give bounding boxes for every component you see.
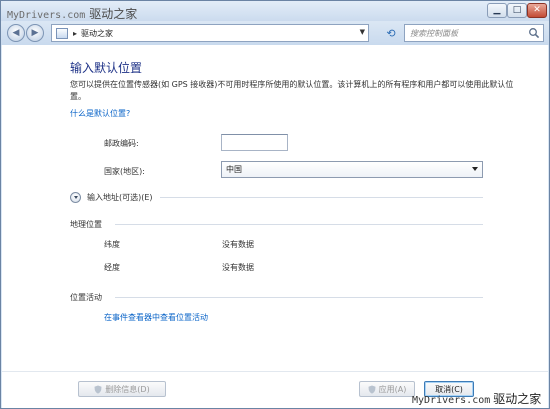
breadcrumb-path[interactable]: 驱动之家 — [81, 28, 113, 39]
apply-button[interactable]: 应用(A) — [359, 381, 415, 397]
close-button[interactable]: ✕ — [527, 3, 547, 18]
location-activity-heading: 位置活动 — [70, 293, 102, 302]
navigation-bar: ◀ ▶ ▸ 驱动之家 ▼ ⟲ — [1, 21, 549, 45]
maximize-button[interactable]: □ — [507, 3, 527, 18]
minimize-button[interactable]: ▁ — [487, 3, 507, 18]
clear-information-label: 删除信息(D) — [105, 384, 150, 394]
forward-arrow-icon: ▶ — [31, 28, 39, 38]
zip-code-field[interactable] — [221, 134, 288, 151]
section-divider — [160, 197, 483, 198]
clear-information-button[interactable]: 删除信息(D) — [78, 381, 166, 397]
shield-icon — [368, 385, 376, 394]
page-title: 输入默认位置 — [70, 61, 143, 75]
geo-location-heading: 地理位置 — [70, 220, 102, 229]
expand-chevron-icon — [73, 195, 78, 199]
minimize-icon: ▁ — [493, 5, 501, 15]
watermark-site: MyDrivers.com — [7, 10, 86, 21]
optional-address-label[interactable]: 输入地址(可选)(E) — [87, 192, 153, 203]
event-viewer-link[interactable]: 在事件查看器中查看位置活动 — [104, 312, 208, 323]
country-label: 国家(地区): — [104, 167, 145, 176]
watermark-site: MyDrivers.com — [412, 395, 491, 406]
back-button[interactable]: ◀ — [7, 24, 25, 42]
watermark-cn: 驱动之家 — [493, 392, 542, 406]
breadcrumb-separator-icon: ▸ — [73, 28, 78, 38]
shield-icon — [94, 385, 102, 394]
chevron-down-icon — [472, 167, 478, 171]
control-panel-window: MyDrivers.com驱动之家 ▁ □ ✕ ◀ ▶ ▸ 驱动之家 ▼ ⟲ — [0, 0, 550, 409]
longitude-label: 经度 — [104, 263, 120, 272]
watermark-top: MyDrivers.com 驱动之家 — [7, 5, 137, 22]
country-select[interactable]: 中国 — [221, 161, 483, 178]
maximize-icon: □ — [512, 5, 522, 15]
apply-label: 应用(A) — [378, 384, 407, 394]
section-divider — [115, 224, 483, 225]
watermark-bottom: MyDrivers.com 驱动之家 — [412, 390, 541, 407]
search-icon[interactable] — [528, 27, 540, 39]
address-bar[interactable]: ▸ 驱动之家 ▼ — [51, 24, 369, 42]
optional-address-toggle[interactable]: 输入地址(可选)(E) — [70, 191, 153, 203]
section-divider — [115, 297, 483, 298]
latitude-value: 没有数据 — [222, 240, 254, 249]
forward-button[interactable]: ▶ — [26, 24, 44, 42]
what-is-default-location-link[interactable]: 什么是默认位置? — [70, 108, 130, 119]
zip-code-label: 邮政编码: — [104, 139, 139, 148]
refresh-icon: ⟲ — [386, 26, 396, 40]
close-icon: ✕ — [533, 5, 541, 15]
country-selected-value: 中国 — [226, 165, 242, 174]
longitude-value: 没有数据 — [222, 263, 254, 272]
watermark-cn: 驱动之家 — [89, 7, 138, 21]
search-input[interactable] — [410, 28, 528, 38]
latitude-label: 纬度 — [104, 240, 120, 249]
expand-button[interactable] — [70, 191, 81, 203]
address-dropdown-icon[interactable]: ▼ — [360, 28, 365, 36]
search-box[interactable] — [404, 24, 544, 42]
page-description: 您可以提供在位置传感器(如 GPS 接收器)不可用时程序所使用的默认位置。该计算… — [70, 80, 514, 101]
control-panel-icon — [56, 27, 68, 39]
main-content: 输入默认位置 您可以提供在位置传感器(如 GPS 接收器)不可用时程序所使用的默… — [2, 45, 548, 371]
title-bar[interactable]: MyDrivers.com 驱动之家 ▁ □ ✕ — [1, 1, 549, 21]
refresh-button[interactable]: ⟲ — [382, 26, 400, 40]
back-arrow-icon: ◀ — [12, 28, 20, 38]
